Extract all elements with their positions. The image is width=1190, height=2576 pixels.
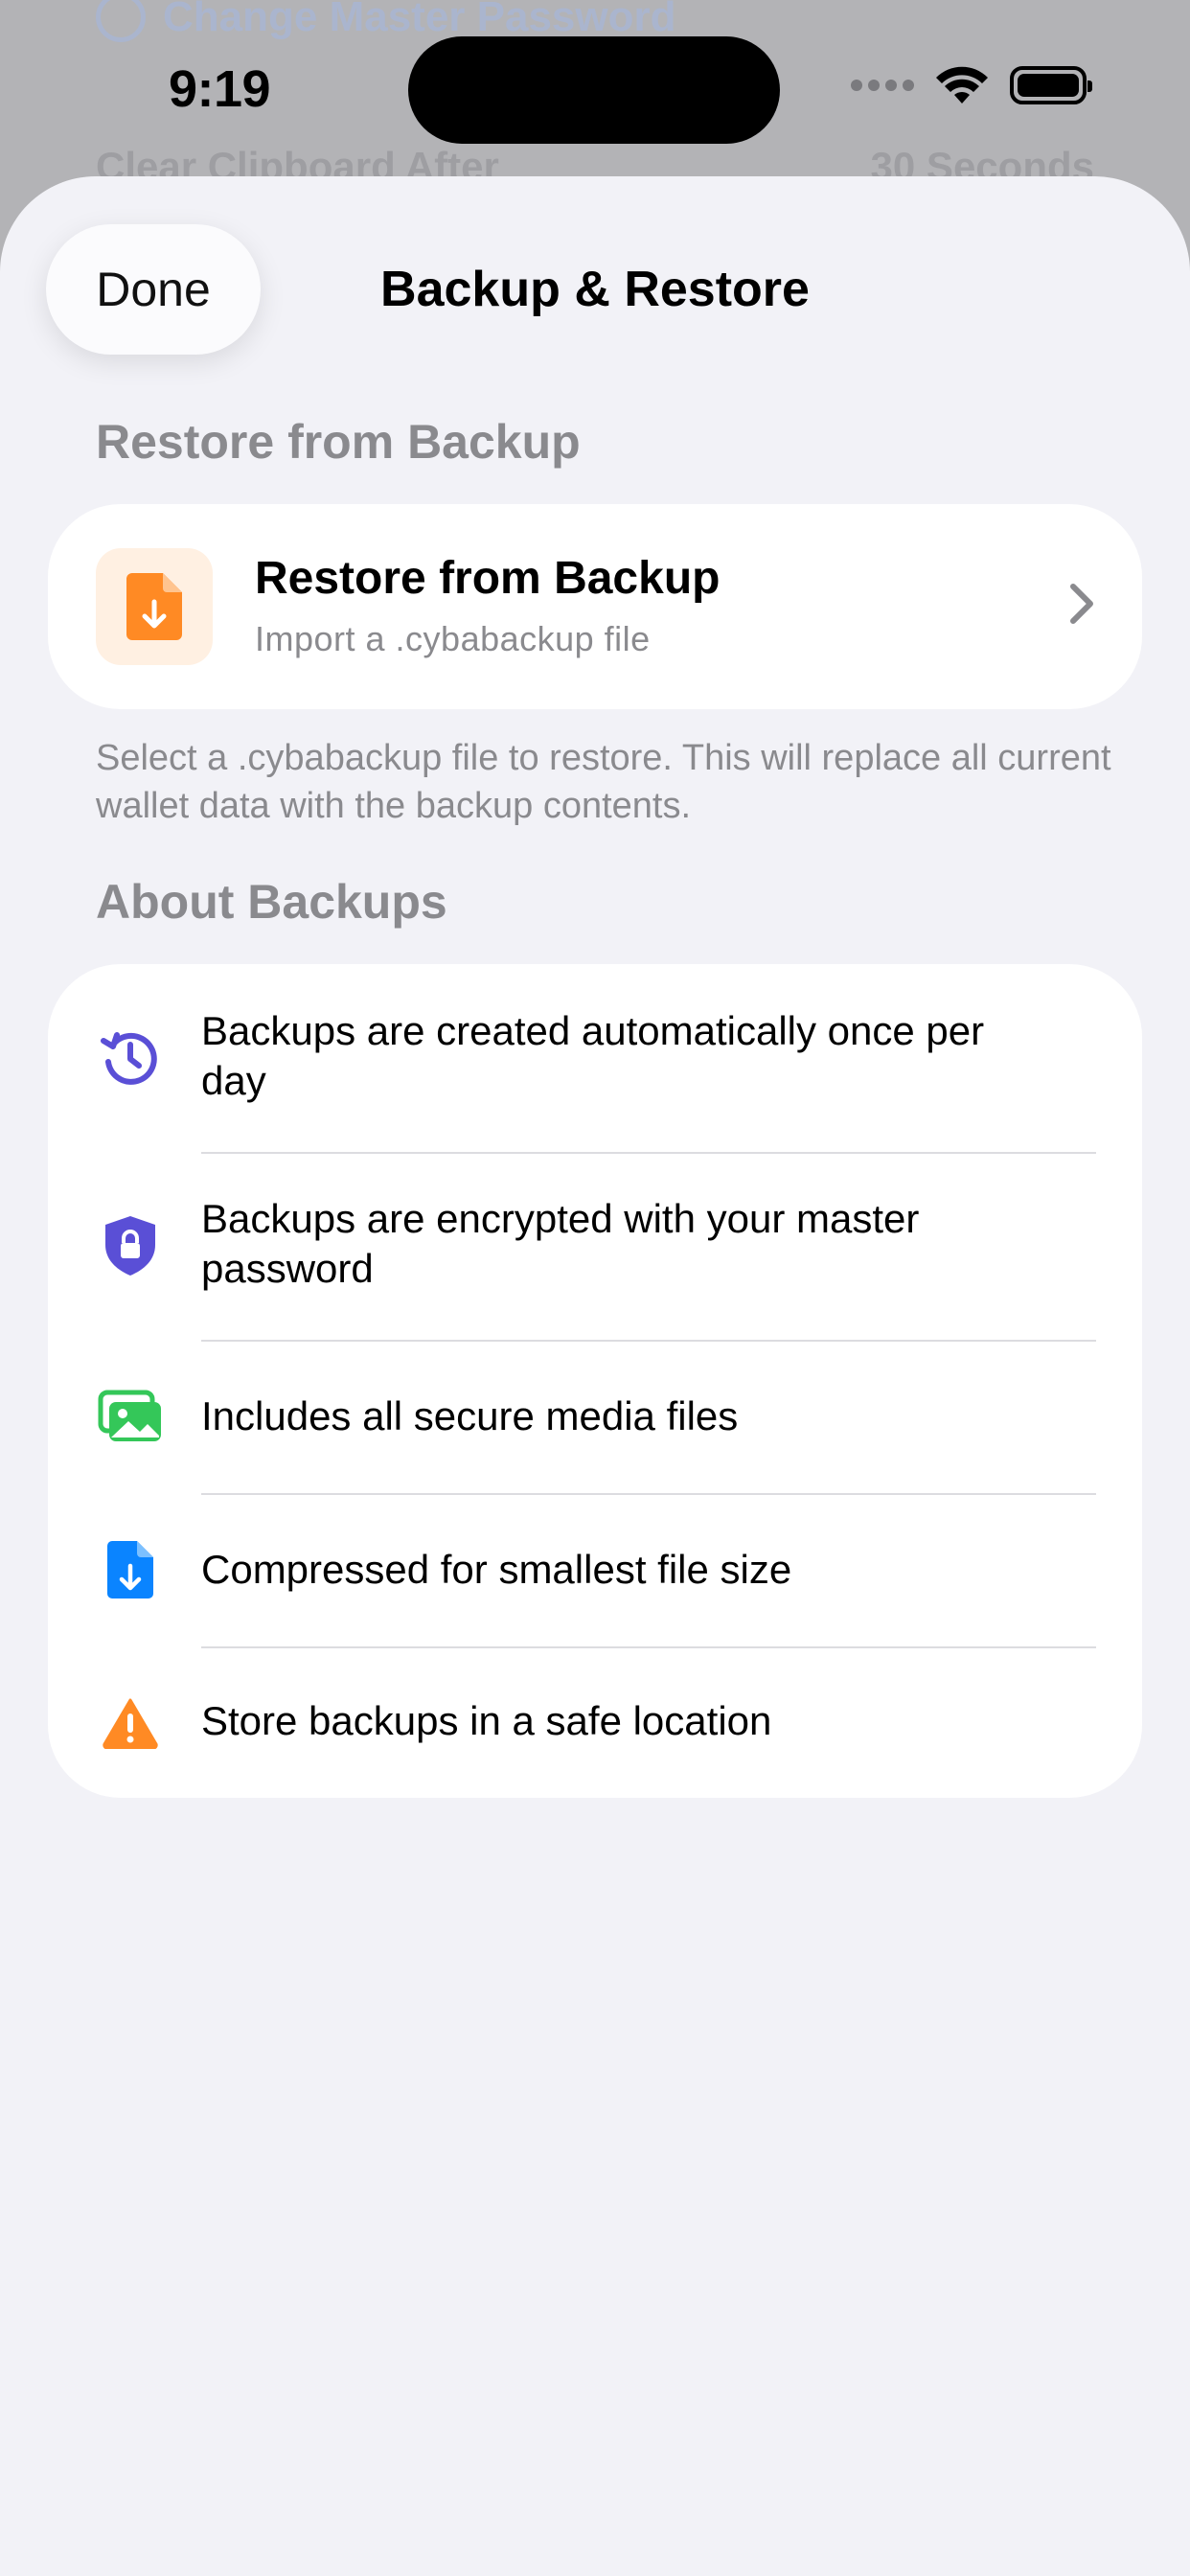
wifi-icon — [936, 66, 988, 104]
backup-restore-sheet: Done Backup & Restore Restore from Backu… — [0, 176, 1190, 2576]
list-item: Includes all secure media files — [48, 1342, 1142, 1493]
list-item: Compressed for smallest file size — [48, 1495, 1142, 1646]
cellular-signal-icon — [851, 80, 914, 91]
warning-triangle-icon — [96, 1689, 165, 1758]
sheet-title: Backup & Restore — [380, 262, 810, 317]
status-bar: 9:19 — [0, 0, 1190, 172]
restore-footnote: Select a .cybabackup file to restore. Th… — [96, 738, 1111, 826]
chevron-right-icon — [1070, 584, 1093, 624]
document-arrow-icon — [96, 1535, 165, 1604]
restore-icon-tile — [96, 548, 213, 665]
dynamic-island — [408, 36, 780, 144]
status-indicators — [851, 65, 1092, 105]
restore-row-subtitle: Import a .cybabackup file — [255, 619, 651, 658]
about-item-text: Backups are encrypted with your master p… — [201, 1196, 920, 1291]
clock-arrow-icon — [96, 1024, 165, 1092]
photos-icon — [96, 1382, 165, 1451]
about-item-text: Includes all secure media files — [201, 1393, 739, 1438]
about-section-header: About Backups — [96, 875, 447, 929]
list-item: Backups are encrypted with your master p… — [48, 1154, 1142, 1340]
document-download-icon — [126, 573, 182, 640]
restore-section-header: Restore from Backup — [96, 415, 581, 469]
about-item-text: Backups are created automatically once p… — [201, 1008, 985, 1103]
restore-from-backup-row[interactable]: Restore from Backup Import a .cybabackup… — [48, 504, 1142, 709]
about-backups-list: Backups are created automatically once p… — [48, 964, 1142, 1798]
about-item-text: Store backups in a safe location — [201, 1698, 772, 1743]
list-item: Store backups in a safe location — [48, 1648, 1142, 1798]
battery-icon — [1010, 66, 1092, 104]
status-time: 9:19 — [169, 60, 271, 118]
list-item: Backups are created automatically once p… — [48, 964, 1142, 1152]
about-item-text: Compressed for smallest file size — [201, 1547, 792, 1592]
restore-row-title: Restore from Backup — [255, 553, 721, 604]
lock-shield-icon — [96, 1211, 165, 1280]
